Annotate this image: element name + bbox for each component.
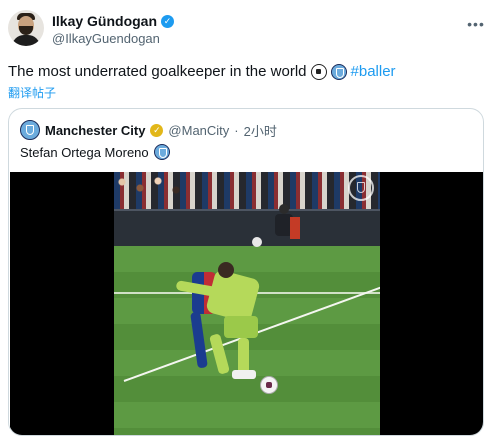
video-frame xyxy=(114,172,380,435)
football xyxy=(260,376,278,394)
advertising-board xyxy=(114,209,380,248)
man-city-crest-icon xyxy=(153,144,170,160)
verified-badge-icon: ✓ xyxy=(161,14,175,28)
tweet: Ilkay Gündogan ✓ @IlkayGuendogan ••• The… xyxy=(0,0,500,440)
goalkeeper-player xyxy=(175,262,284,392)
quoted-author-handle[interactable]: @ManCity xyxy=(168,123,229,138)
quoted-tweet-body: Stefan Ortega Moreno xyxy=(20,144,170,160)
hashtag-link[interactable]: #baller xyxy=(351,63,396,80)
man-city-crest-icon xyxy=(330,63,347,80)
quoted-tweet-text: Stefan Ortega Moreno xyxy=(20,144,149,160)
photographer-figure xyxy=(274,204,300,242)
quoted-tweet[interactable]: Manchester City ✓ @ManCity · 2小时 Stefan … xyxy=(8,108,484,436)
quoted-tweet-header: Manchester City ✓ @ManCity · 2小时 xyxy=(20,120,277,140)
quoted-timestamp[interactable]: 2小时 xyxy=(244,121,277,140)
tweet-body: The most underrated goalkeeper in the wo… xyxy=(8,63,396,80)
verified-badge-icon: ✓ xyxy=(150,123,164,137)
more-icon[interactable]: ••• xyxy=(464,14,488,34)
crowd-background xyxy=(114,172,380,209)
soccer-ball-icon xyxy=(310,63,327,80)
man-city-avatar[interactable] xyxy=(20,120,40,140)
man-city-crest-icon xyxy=(348,175,374,201)
translate-post-link[interactable]: 翻译帖子 xyxy=(8,84,56,101)
author-avatar[interactable] xyxy=(8,10,44,46)
tweet-text: The most underrated goalkeeper in the wo… xyxy=(8,63,307,80)
author-handle[interactable]: @IlkayGuendogan xyxy=(52,31,174,46)
author-display-name[interactable]: Ilkay Gündogan xyxy=(52,13,157,29)
author-info: Ilkay Gündogan ✓ @IlkayGuendogan xyxy=(52,12,175,46)
spare-ball xyxy=(252,237,262,247)
quoted-author-name[interactable]: Manchester City xyxy=(45,123,145,138)
video-player[interactable] xyxy=(10,172,483,435)
separator-dot: · xyxy=(234,122,239,138)
tweet-header: Ilkay Gündogan ✓ @IlkayGuendogan ••• xyxy=(8,10,492,54)
